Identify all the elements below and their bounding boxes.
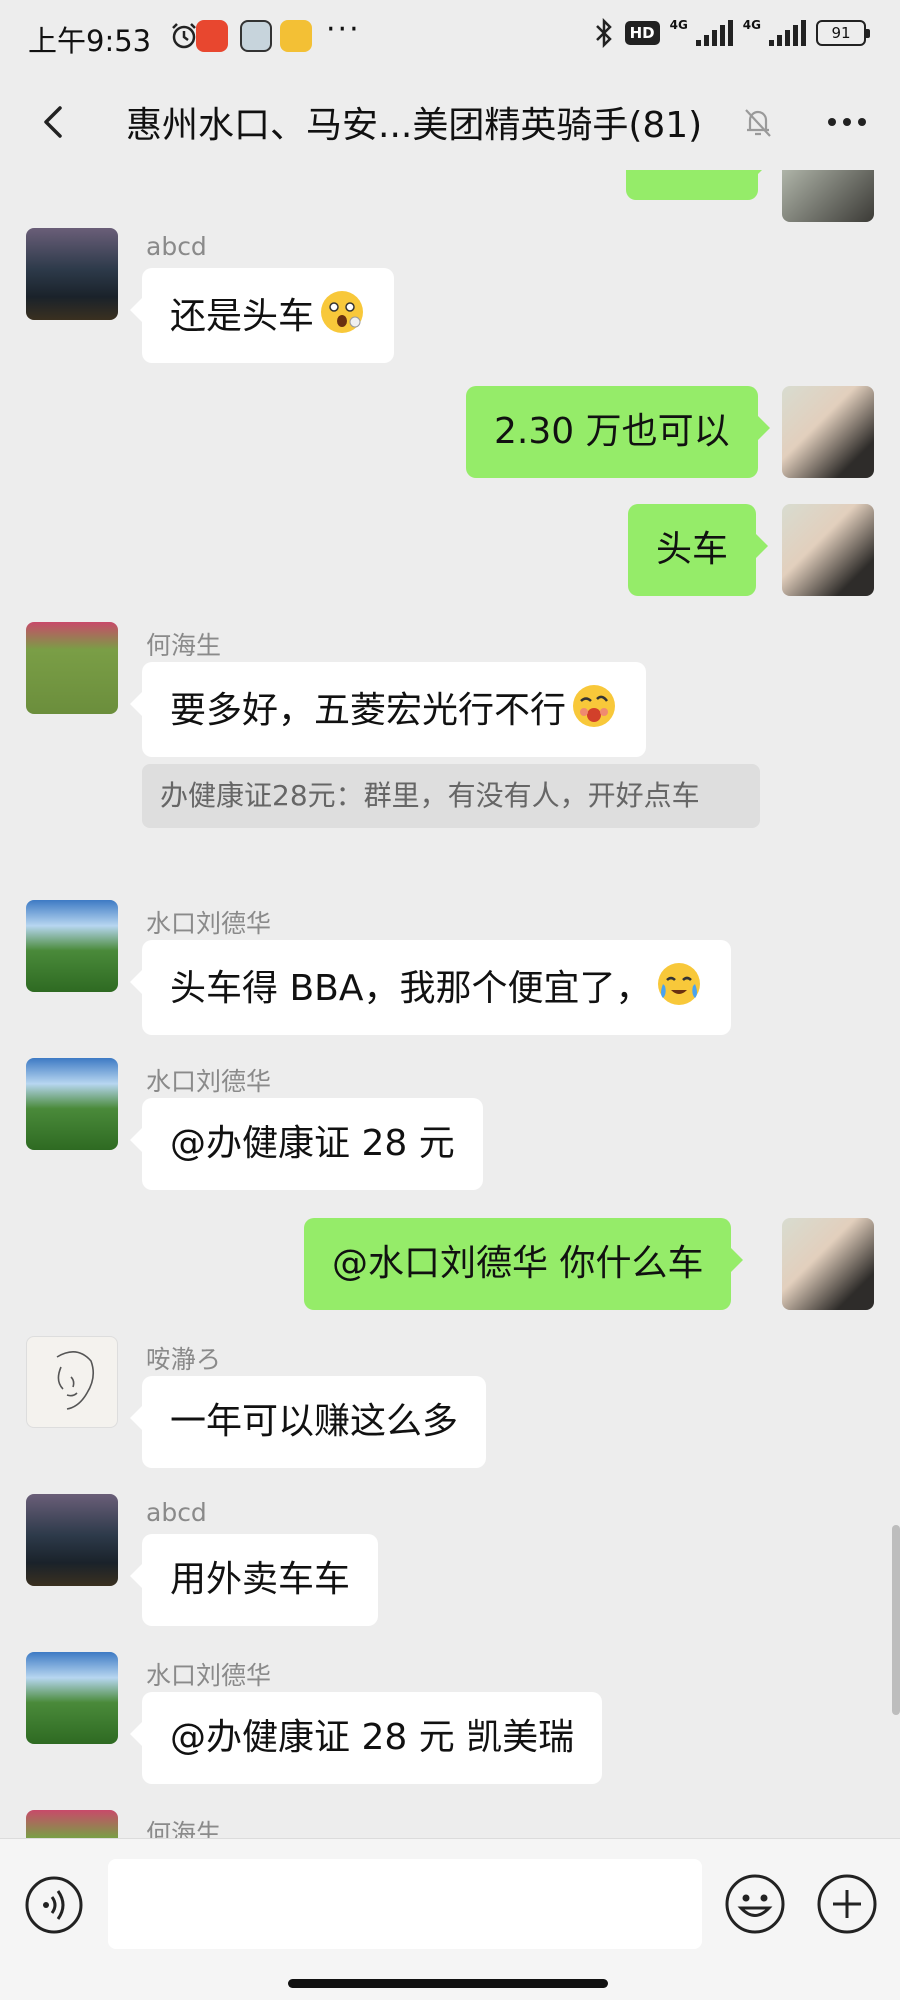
- sender-name: 水口刘德华: [146, 1661, 272, 1690]
- message-text: 还是头车: [170, 296, 315, 337]
- message-bubble[interactable]: 一年可以赚这么多: [129, 1376, 487, 1468]
- message-text: @办健康证 28 元: [170, 1123, 455, 1164]
- delivery-app-notification-icon: [280, 20, 312, 52]
- mute-bell-icon: [745, 109, 771, 137]
- status-bar: 上午9:53 ··· HD 4G 4G 91: [0, 0, 900, 74]
- hd-voice-badge: HD: [624, 21, 660, 45]
- sender-name: 水口刘德华: [146, 1067, 272, 1096]
- message-text: 一年可以赚这么多: [170, 1401, 459, 1442]
- message-bubble[interactable]: @办健康证 28 元: [130, 1098, 483, 1190]
- avatar-shuikou-liudehua[interactable]: [26, 1652, 118, 1744]
- input-bar: [0, 1838, 900, 2000]
- more-notifications-icon: ···: [326, 12, 361, 47]
- signal-bars-1-icon: [695, 20, 733, 46]
- quoted-message[interactable]: 办健康证28元：群里，有没有人，开好点车: [142, 764, 760, 828]
- battery-icon: 91: [816, 20, 870, 46]
- home-indicator[interactable]: [288, 1979, 608, 1988]
- message-bubble[interactable]: 要多好，五菱宏光行不行: [129, 662, 647, 757]
- avatar-shuikou-liudehua[interactable]: [26, 900, 118, 992]
- message-bubble[interactable]: 还是头车: [129, 268, 395, 363]
- message-input[interactable]: [108, 1859, 702, 1949]
- bluetooth-icon: [595, 18, 612, 48]
- message-text: 头车得 BBA，我那个便宜了，: [170, 968, 652, 1009]
- scrollbar-thumb[interactable]: [892, 1525, 900, 1715]
- emoji-icon[interactable]: [724, 1873, 786, 1935]
- avatar-shuikou-liudehua[interactable]: [26, 1058, 118, 1150]
- sketch-portrait-icon: [56, 1351, 95, 1410]
- message-bubble[interactable]: 用外卖车车: [129, 1534, 379, 1626]
- signal-bars-2-icon: [769, 20, 806, 46]
- sender-name: 何海生: [146, 631, 222, 660]
- avatar-abcd[interactable]: [26, 1494, 118, 1586]
- sender-name: 何海生: [146, 1819, 222, 1838]
- sender-name: abcd: [146, 1498, 207, 1527]
- message-text: @办健康证 28 元 凯美瑞: [170, 1717, 575, 1758]
- sender-name: 水口刘德华: [146, 909, 272, 938]
- sender-name: abcd: [146, 232, 207, 261]
- message-bubble-self[interactable]: @水口刘德华 你什么车: [304, 1218, 744, 1310]
- quoted-text: 办健康证28元：群里，有没有人，开好点车: [160, 779, 700, 812]
- avatar-abcd[interactable]: [26, 228, 118, 320]
- car-app-notification-icon: [240, 20, 272, 52]
- avatar-self[interactable]: [782, 170, 874, 222]
- avatar-self[interactable]: [782, 504, 874, 596]
- status-indicators: HD 4G 4G 91: [593, 18, 870, 48]
- network-type-1: 4G: [669, 18, 688, 32]
- surprised-face-emoji: [321, 291, 364, 333]
- message-text: 用外卖车车: [170, 1559, 351, 1600]
- voice-icon[interactable]: [24, 1875, 84, 1935]
- chat-message-list[interactable]: abcd 还是头车 2.30 万也可以 头车 何海生 要多好，五菱宏光行不行 办…: [0, 170, 900, 1838]
- crying-face-emoji: [658, 963, 701, 1005]
- message-text: 头车: [656, 529, 729, 570]
- message-bubble-self[interactable]: 头车: [628, 504, 769, 596]
- avatar-an-jing[interactable]: [26, 1336, 118, 1428]
- network-type-2: 4G: [742, 18, 761, 32]
- message-bubble-self[interactable]: 2.30 万也可以: [466, 386, 770, 478]
- status-time: 上午9:53: [28, 24, 152, 58]
- avatar-self[interactable]: [782, 1218, 874, 1310]
- message-bubble[interactable]: 头车得 BBA，我那个便宜了，: [129, 940, 732, 1035]
- more-options-icon[interactable]: [824, 104, 870, 140]
- back-arrow-icon[interactable]: [36, 102, 72, 142]
- chat-title: 惠州水口、马安...美团精英骑手(81): [126, 105, 703, 146]
- plus-icon[interactable]: [816, 1873, 878, 1935]
- woozy-face-emoji: [573, 685, 616, 727]
- app-notification-icon: [196, 20, 228, 52]
- chat-header: 惠州水口、马安...美团精英骑手(81): [0, 74, 900, 170]
- avatar-self[interactable]: [782, 386, 874, 478]
- message-text: 要多好，五菱宏光行不行: [170, 690, 567, 731]
- sender-name: 咹瀞ろ: [146, 1345, 222, 1374]
- message-bubble[interactable]: @办健康证 28 元 凯美瑞: [129, 1692, 603, 1784]
- avatar-he-haisheng[interactable]: [26, 1810, 118, 1838]
- avatar-he-haisheng[interactable]: [26, 622, 118, 714]
- message-bubble-self[interactable]: [626, 170, 770, 200]
- message-text: 2.30 万也可以: [494, 411, 730, 452]
- message-text: @水口刘德华 你什么车: [332, 1243, 704, 1284]
